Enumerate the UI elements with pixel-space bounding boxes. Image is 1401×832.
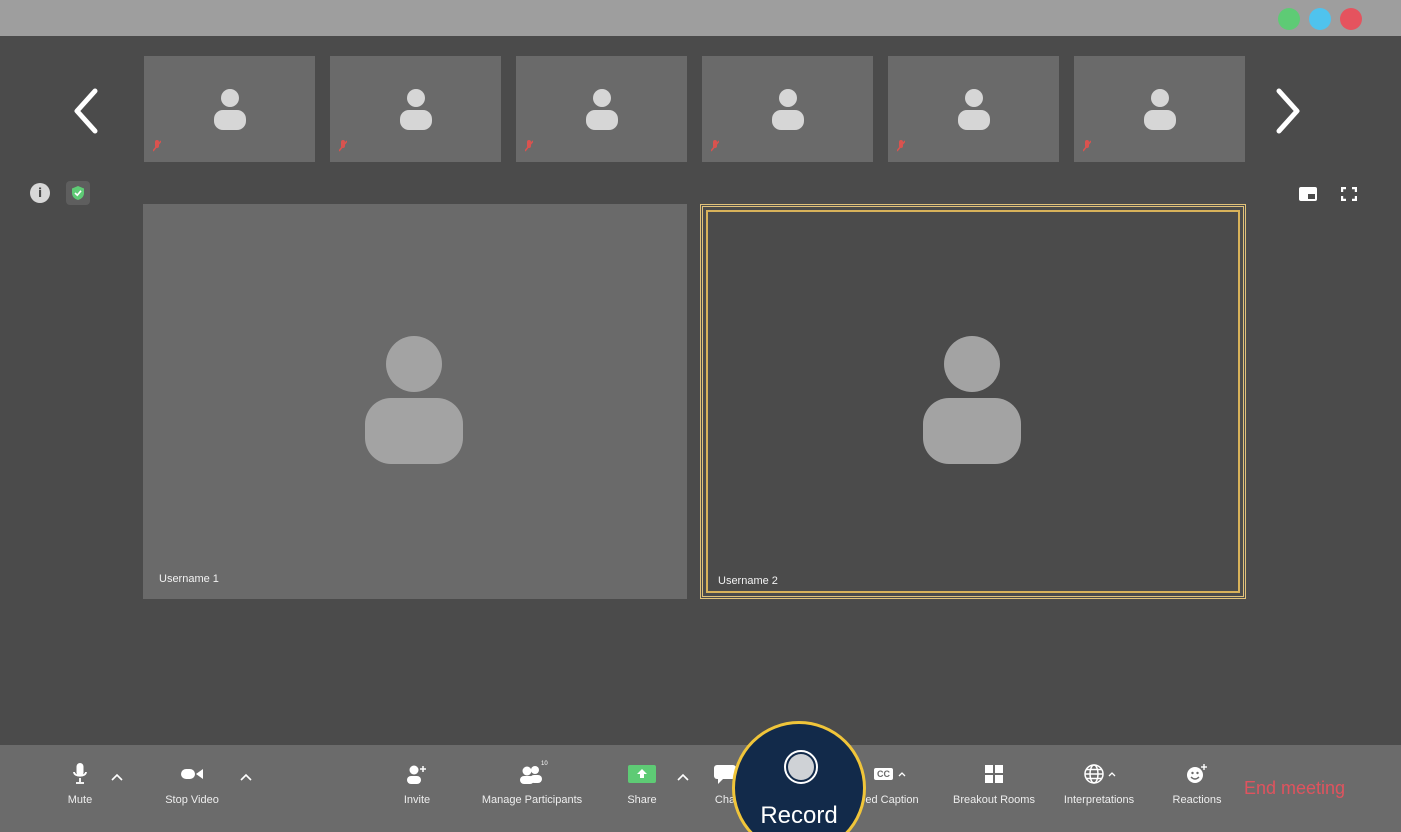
microphone-muted-icon (1083, 140, 1091, 152)
meeting-toolbar: Mute Stop Video Invite 10 Manage Partici… (0, 745, 1401, 832)
participant-thumbnail[interactable] (516, 56, 687, 162)
participant-thumbnail[interactable] (330, 56, 501, 162)
user-avatar-icon (772, 89, 804, 130)
manage-participants-button[interactable]: 10 Manage Participants (470, 761, 594, 806)
user-avatar-icon (958, 89, 990, 130)
participant-thumbnail[interactable] (702, 56, 873, 162)
chevron-left-icon (74, 88, 98, 134)
meeting-info-icon[interactable]: i (30, 183, 50, 203)
previous-page-button[interactable] (66, 86, 106, 136)
participant-video-tile[interactable]: Username 1 (143, 204, 687, 599)
share-screen-button[interactable]: Share (624, 763, 660, 806)
participants-count-badge: 10 (541, 761, 548, 767)
emoji-add-icon (1186, 763, 1208, 785)
breakout-rooms-icon (984, 763, 1004, 785)
meeting-stage: i Username 1 Username 2 (0, 36, 1401, 745)
participant-username: Username 2 (718, 575, 778, 587)
stop-video-button[interactable]: Stop Video (156, 763, 228, 806)
participant-thumbnail[interactable] (144, 56, 315, 162)
microphone-icon (73, 763, 87, 785)
next-page-button[interactable] (1268, 86, 1308, 136)
reactions-button[interactable]: Reactions (1166, 763, 1228, 806)
speaker-view-icon[interactable] (1299, 187, 1317, 206)
user-avatar-icon (923, 336, 1021, 464)
chevron-up-icon[interactable] (111, 773, 123, 781)
add-user-icon (406, 763, 428, 785)
maximize-window-button[interactable] (1278, 8, 1300, 30)
security-shield-icon[interactable] (66, 181, 90, 205)
record-icon (784, 750, 818, 784)
share-screen-icon (628, 763, 656, 785)
active-speaker-video-tile[interactable]: Username 2 (700, 204, 1246, 599)
interpretations-button[interactable]: Interpretations (1052, 763, 1146, 806)
minimize-window-button[interactable] (1309, 8, 1331, 30)
user-avatar-icon (365, 336, 463, 464)
close-window-button[interactable] (1340, 8, 1362, 30)
participants-icon: 10 (519, 761, 548, 785)
fullscreen-icon[interactable] (1340, 186, 1358, 206)
participant-username: Username 1 (159, 573, 219, 585)
chevron-right-icon (1276, 88, 1300, 134)
microphone-muted-icon (339, 140, 347, 152)
user-avatar-icon (1144, 89, 1176, 130)
microphone-muted-icon (153, 140, 161, 152)
user-avatar-icon (214, 89, 246, 130)
end-meeting-button[interactable]: End meeting (1244, 778, 1345, 799)
mute-button[interactable]: Mute (64, 763, 96, 806)
user-avatar-icon (400, 89, 432, 130)
invite-button[interactable]: Invite (398, 763, 436, 806)
chevron-up-icon[interactable] (677, 773, 689, 781)
video-camera-icon (181, 763, 203, 785)
participant-thumbnail[interactable] (888, 56, 1059, 162)
chevron-up-icon[interactable] (240, 773, 252, 781)
microphone-muted-icon (711, 140, 719, 152)
title-bar (0, 0, 1401, 36)
breakout-rooms-button[interactable]: Breakout Rooms (944, 763, 1044, 806)
globe-icon (1083, 763, 1116, 785)
user-avatar-icon (586, 89, 618, 130)
microphone-muted-icon (525, 140, 533, 152)
participant-thumbnail[interactable] (1074, 56, 1245, 162)
microphone-muted-icon (897, 140, 905, 152)
